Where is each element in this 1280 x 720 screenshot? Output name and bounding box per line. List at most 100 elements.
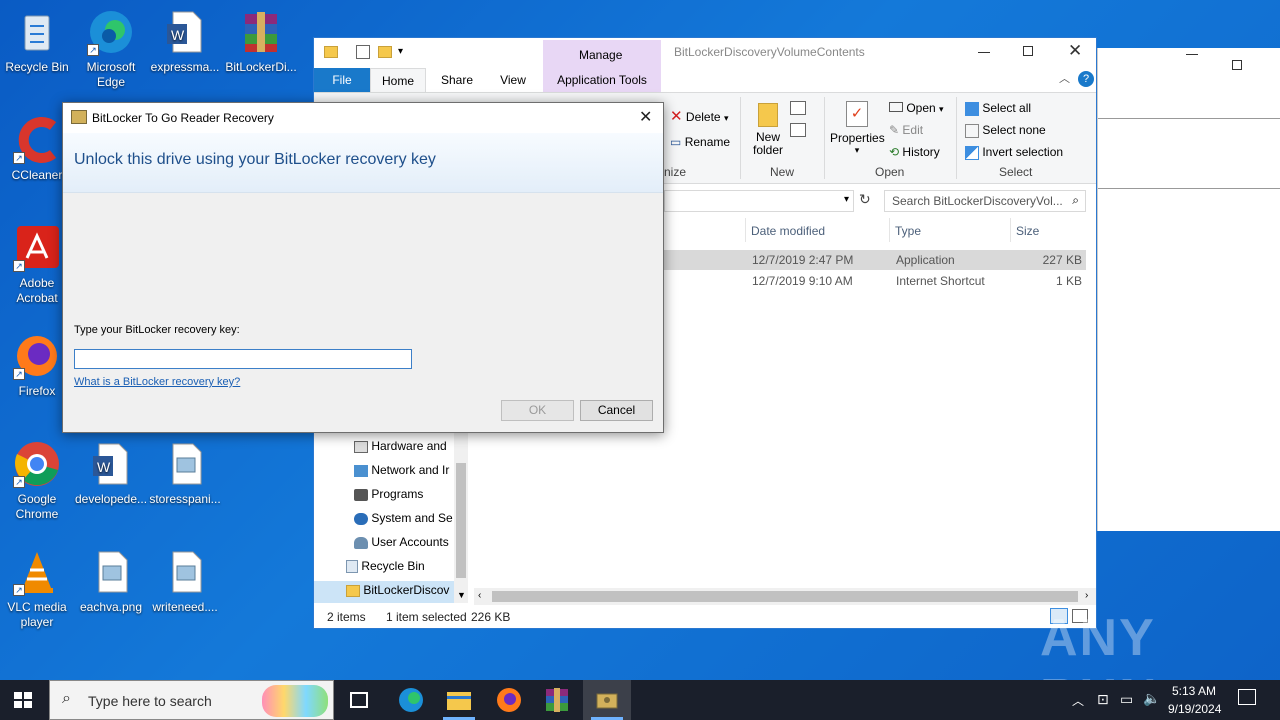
new-folder-qa-icon[interactable] xyxy=(378,46,392,58)
open-button[interactable]: Open ▾ xyxy=(889,101,944,115)
column-type[interactable]: Type xyxy=(895,224,921,238)
notification-icon[interactable] xyxy=(1238,689,1256,705)
nav-item-system[interactable]: System and Se xyxy=(354,511,453,525)
new-item-icon[interactable] xyxy=(790,101,806,115)
edit-icon: ✎ xyxy=(889,123,900,137)
folder-icon xyxy=(324,46,338,58)
nav-item-network[interactable]: Network and Ir xyxy=(354,463,449,477)
desktop-icon-label: Google Chrome xyxy=(15,492,59,521)
network-icon xyxy=(354,464,368,477)
maximize-icon[interactable] xyxy=(1023,46,1033,56)
volume-icon[interactable]: 🔈 xyxy=(1143,690,1160,707)
network-tray-icon[interactable]: ⊡ xyxy=(1097,691,1109,708)
desktop-icon-bitlockerdi[interactable]: BitLockerDi... xyxy=(224,8,298,75)
open-icon xyxy=(889,102,903,112)
recycle-bin-icon xyxy=(346,560,358,574)
chevron-down-icon[interactable]: ▼ xyxy=(457,590,466,600)
edit-button[interactable]: ✎ Edit xyxy=(889,123,923,137)
desktop-icon-image-2[interactable]: eachva.png xyxy=(74,548,148,615)
maximize-icon[interactable] xyxy=(1232,60,1242,70)
taskbar-search-box[interactable]: ⌕ Type here to search xyxy=(49,680,334,720)
close-icon[interactable]: ✕ xyxy=(1068,41,1082,61)
search-icon: ⌕ xyxy=(62,690,71,707)
history-button[interactable]: ⟲ History xyxy=(889,145,940,159)
ok-button[interactable]: OK xyxy=(501,400,574,421)
desktop-icon-word-doc-1[interactable]: W expressma... xyxy=(148,8,222,75)
collapse-ribbon-icon[interactable]: ︿ xyxy=(1059,70,1070,86)
help-icon[interactable]: ? xyxy=(1078,71,1094,87)
chevron-up-icon[interactable]: ︿ xyxy=(1072,692,1084,709)
desktop-icon-recycle-bin[interactable]: Recycle Bin xyxy=(0,8,74,75)
cancel-button[interactable]: Cancel xyxy=(580,400,653,421)
delete-icon: ✕ xyxy=(670,108,683,125)
nav-item-bitlocker[interactable]: BitLockerDiscov xyxy=(314,581,454,603)
desktop-icon-word-doc-2[interactable]: W developede... xyxy=(74,440,148,507)
desktop-icon-label: writeneed.... xyxy=(152,600,218,614)
delete-button[interactable]: ✕ Delete ▾ xyxy=(670,107,728,125)
nav-item-recycle-bin[interactable]: Recycle Bin xyxy=(346,559,425,574)
recovery-key-prompt: Type your BitLocker recovery key: xyxy=(74,324,240,336)
nav-item-programs[interactable]: Programs xyxy=(354,487,423,501)
desktop-icon-google-chrome[interactable]: ↗ Google Chrome xyxy=(0,440,74,522)
tab-home[interactable]: Home xyxy=(370,68,426,92)
quick-access-dropdown-icon[interactable]: ▾ xyxy=(398,46,403,57)
desktop-icon-vlc[interactable]: ↗ VLC media player xyxy=(0,548,74,630)
word-document-icon: W xyxy=(87,440,135,488)
horizontal-scrollbar-thumb[interactable] xyxy=(492,591,1078,602)
nav-item-user-accounts[interactable]: User Accounts xyxy=(354,535,449,549)
file-row[interactable]: 12/7/2019 9:10 AM Internet Shortcut 1 KB xyxy=(664,271,1086,291)
clock-time[interactable]: 5:13 AM xyxy=(1172,684,1216,698)
address-bar[interactable]: ▾ xyxy=(664,190,854,212)
close-icon[interactable]: ✕ xyxy=(639,107,652,127)
firefox-taskbar-icon[interactable] xyxy=(495,686,523,714)
desktop-icon-edge[interactable]: ↗ Microsoft Edge xyxy=(74,8,148,90)
clock-date[interactable]: 9/19/2024 xyxy=(1168,702,1221,716)
new-folder-button[interactable]: New folder xyxy=(748,103,788,157)
background-window[interactable] xyxy=(1097,48,1280,531)
desktop-icon-image-1[interactable]: storesspani... xyxy=(148,440,222,507)
firefox-icon: ↗ xyxy=(13,332,61,380)
invert-selection-button[interactable]: Invert selection xyxy=(965,145,1063,160)
dialog-titlebar[interactable]: BitLocker To Go Reader Recovery ✕ xyxy=(63,103,663,133)
chevron-down-icon[interactable]: ▾ xyxy=(844,194,849,205)
tab-application-tools[interactable]: Application Tools xyxy=(543,68,661,92)
file-explorer-taskbar-icon[interactable] xyxy=(445,686,473,714)
tab-view[interactable]: View xyxy=(486,68,540,92)
bitlocker-recovery-dialog[interactable]: BitLocker To Go Reader Recovery ✕ Unlock… xyxy=(62,102,664,433)
tab-file[interactable]: File xyxy=(314,68,370,92)
windows-start-icon[interactable] xyxy=(14,692,32,708)
winrar-taskbar-icon[interactable] xyxy=(543,686,571,714)
chevron-left-icon[interactable]: ‹ xyxy=(478,590,481,601)
taskbar-search-placeholder: Type here to search xyxy=(88,693,212,709)
nav-item-hardware[interactable]: Hardware and xyxy=(354,439,447,453)
edit-label: Edit xyxy=(902,123,924,137)
minimize-icon[interactable] xyxy=(1186,54,1198,55)
display-tray-icon[interactable]: ▭ xyxy=(1120,691,1133,708)
file-date: 12/7/2019 9:10 AM xyxy=(752,274,853,288)
explorer-titlebar[interactable]: ▾ BitLockerDiscoveryVolumeContents ✕ xyxy=(314,38,1096,68)
chevron-right-icon[interactable]: › xyxy=(1085,590,1088,601)
properties-button[interactable]: ✓ Properties ▾ xyxy=(830,101,885,156)
minimize-icon[interactable] xyxy=(978,52,990,53)
refresh-icon[interactable]: ↻ xyxy=(859,191,871,208)
rename-button[interactable]: ▭ Rename xyxy=(670,135,730,149)
recovery-key-input[interactable] xyxy=(74,349,412,369)
column-date-modified[interactable]: Date modified xyxy=(751,224,825,238)
search-box[interactable]: Search BitLockerDiscoveryVol... ⌕ xyxy=(884,190,1086,212)
desktop-icon-image-3[interactable]: writeneed.... xyxy=(148,548,222,615)
edge-taskbar-icon[interactable] xyxy=(397,686,425,714)
select-none-button[interactable]: Select none xyxy=(965,123,1046,138)
properties-qa-icon[interactable] xyxy=(356,45,370,59)
what-is-recovery-key-link[interactable]: What is a BitLocker recovery key? xyxy=(74,376,240,388)
bg-window-divider xyxy=(1098,188,1280,189)
folder-icon xyxy=(346,584,360,597)
easy-access-icon[interactable] xyxy=(790,123,806,137)
select-all-button[interactable]: Select all xyxy=(965,101,1031,116)
nav-scrollbar-thumb[interactable] xyxy=(456,463,466,578)
chrome-icon: ↗ xyxy=(13,440,61,488)
tab-share[interactable]: Share xyxy=(430,68,484,92)
bitlocker-taskbar-icon[interactable] xyxy=(593,686,621,714)
task-view-icon[interactable] xyxy=(350,692,368,708)
file-row[interactable]: 12/7/2019 2:47 PM Application 227 KB xyxy=(664,250,1086,270)
column-size[interactable]: Size xyxy=(1016,224,1039,238)
